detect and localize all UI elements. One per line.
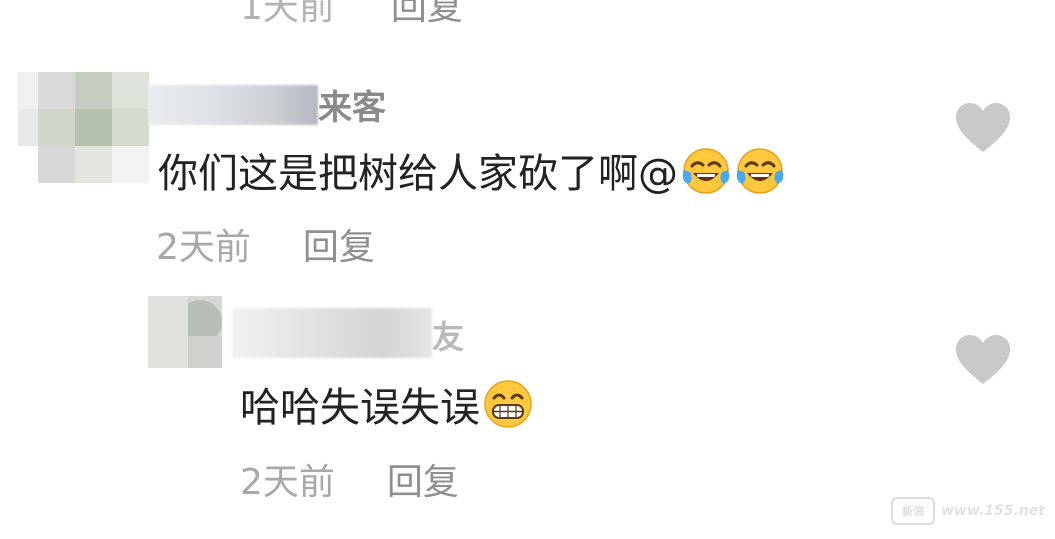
username-visible: 友 [432,318,465,356]
previous-comment-meta: 1天前 回复 [240,0,463,30]
reply-button[interactable]: 回复 [387,453,459,505]
heart-like-icon[interactable] [954,102,1012,154]
avatar[interactable] [18,72,150,188]
username[interactable]: 友 [232,300,482,362]
reply-button[interactable]: 回复 [391,0,463,30]
watermark: 新浪 www.155.net [891,497,1045,525]
laughing-crying-emoji [736,148,784,194]
heart-like-icon[interactable] [954,334,1012,386]
avatar[interactable] [148,296,222,368]
comment-text: 哈哈失误失误 [240,376,534,432]
comment-time: 2天前 [240,462,335,503]
comment-meta: 2天前 回复 [156,218,375,270]
grinning-emoji [484,380,532,428]
comment-body: 哈哈失误失误 [240,385,480,431]
comment-list: 1天前 回复 来客 你们这是把树给人家砍了啊@ 2天前 回复 友 哈哈失误失误 … [0,0,1055,539]
laughing-crying-emoji [682,148,730,194]
comment-time: 2天前 [156,227,251,268]
watermark-text: www.155.net [941,503,1045,519]
blurred-username-part [148,84,318,125]
comment-text: 你们这是把树给人家砍了啊@ [158,142,786,198]
username-visible: 来客 [318,88,386,128]
comment-meta: 2天前 回复 [240,453,459,505]
username[interactable]: 来客 [148,80,386,129]
comment-body: 你们这是把树给人家砍了啊@ [158,151,678,197]
blurred-username-part [232,308,432,358]
reply-button[interactable]: 回复 [303,218,375,270]
comment-time: 1天前 [240,0,335,28]
watermark-badge: 新浪 [891,497,936,525]
